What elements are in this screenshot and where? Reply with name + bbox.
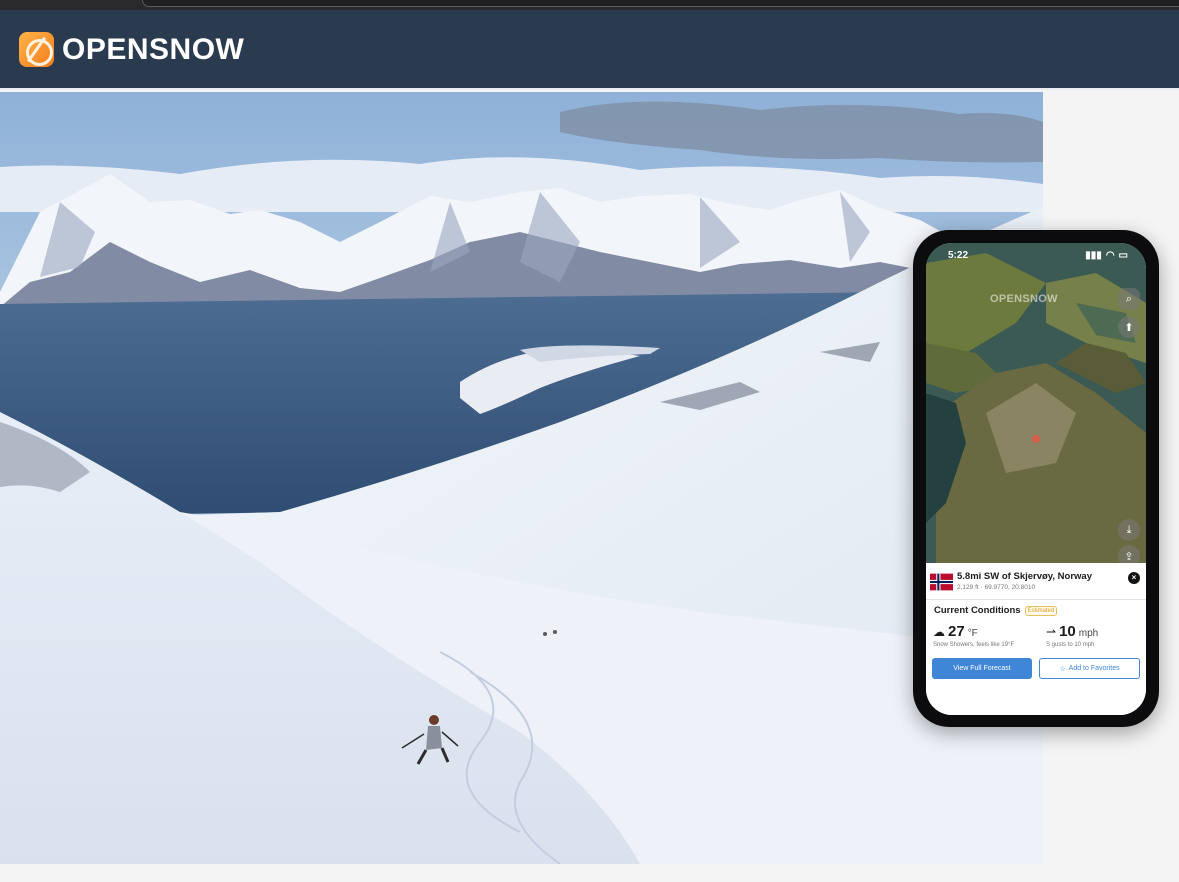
- search-icon[interactable]: ⌕: [1118, 288, 1140, 310]
- divider: [926, 599, 1146, 600]
- view-full-forecast-button[interactable]: View Full Forecast: [932, 658, 1032, 679]
- add-to-favorites-label: Add to Favorites: [1068, 665, 1120, 672]
- wind-arrow-icon: ⇀: [1046, 625, 1057, 639]
- wind-unit: mph: [1078, 628, 1099, 639]
- signal-icon: ▮▮▮: [1085, 249, 1102, 261]
- wind-description: S gusts to 10 mph: [1046, 642, 1095, 648]
- battery-icon: ▭: [1118, 249, 1128, 261]
- temperature-description: Snow Showers, feels like 19°F: [933, 642, 1015, 648]
- location-header: 5.8mi SW of Skjervøy, Norway 2,129 ft · …: [930, 571, 1142, 597]
- snow-cloud-icon: ☁: [933, 625, 945, 639]
- conditions-title: Current Conditions: [934, 605, 1021, 616]
- satellite-map[interactable]: [926, 243, 1146, 563]
- brand-logo[interactable]: OPENSNOW: [19, 32, 244, 67]
- star-icon: ☆: [1059, 665, 1066, 673]
- location-subtitle: 2,129 ft · 69.9770, 20.8010: [957, 584, 1036, 591]
- ski-landscape-image: [0, 92, 1043, 864]
- norway-flag-icon: [930, 573, 953, 591]
- close-icon[interactable]: ×: [1128, 572, 1140, 584]
- site-header: OPENSNOW: [0, 10, 1179, 90]
- hero-photo: [0, 92, 1043, 864]
- download-icon[interactable]: ⤓: [1118, 519, 1140, 541]
- phone-screen: 5:22 ▮▮▮ ◠ ▭ OPENSNOW ⌕ ⬆ ⤓ ⇪ 5.8mi SW o…: [926, 243, 1146, 715]
- wind-block: ⇀ 10 mph S gusts to 10 mph: [1046, 623, 1146, 648]
- map-watermark: OPENSNOW: [990, 293, 1058, 305]
- wind-value: 10: [1059, 623, 1076, 640]
- temperature-value: 27: [948, 623, 965, 640]
- compass-icon[interactable]: ⬆: [1118, 316, 1140, 338]
- address-bar-edge[interactable]: [142, 0, 1179, 7]
- wifi-icon: ◠: [1105, 249, 1115, 261]
- temperature-unit: °F: [967, 628, 978, 639]
- opensnow-logo-icon: [19, 32, 54, 67]
- phone-mockup: 5:22 ▮▮▮ ◠ ▭ OPENSNOW ⌕ ⬆ ⤓ ⇪ 5.8mi SW o…: [913, 230, 1159, 727]
- location-card: 5.8mi SW of Skjervøy, Norway 2,129 ft · …: [926, 563, 1146, 715]
- estimated-badge: Estimated: [1024, 605, 1058, 616]
- add-to-favorites-button[interactable]: ☆ Add to Favorites: [1039, 658, 1140, 679]
- status-bar: 5:22 ▮▮▮ ◠ ▭: [926, 243, 1146, 267]
- location-title: 5.8mi SW of Skjervøy, Norway: [957, 571, 1092, 582]
- temperature-block: ☁ 27 °F Snow Showers, feels like 19°F: [933, 623, 1033, 648]
- browser-chrome: [0, 0, 1179, 10]
- status-time: 5:22: [948, 249, 969, 261]
- conditions-header: Current Conditions Estimated: [934, 605, 1058, 616]
- brand-name: OPENSNOW: [62, 32, 245, 66]
